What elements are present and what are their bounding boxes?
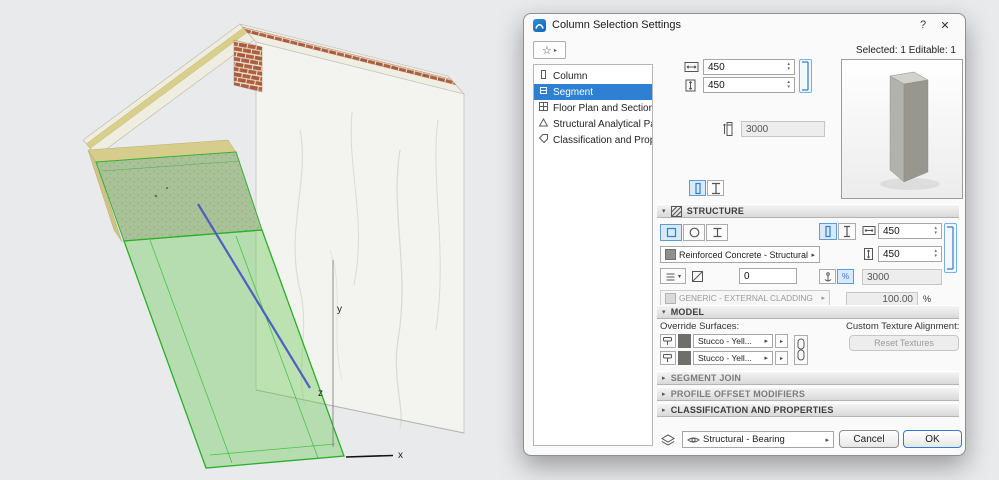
cancel-button[interactable]: Cancel	[839, 430, 899, 448]
link-core-dimensions-button[interactable]	[944, 223, 957, 273]
eye-icon	[687, 435, 700, 445]
floorplan-tree-icon	[538, 101, 549, 115]
full-column-toggle[interactable]	[838, 223, 856, 240]
app-canvas: y z x Column Selection Settings ? ✕ ☆ ▸ …	[0, 0, 999, 480]
classification-properties-section-header[interactable]: ▸ CLASSIFICATION AND PROPERTIES	[657, 403, 959, 417]
core-height-icon	[861, 247, 877, 261]
dropdown-arrow-icon: ▸	[764, 338, 768, 345]
collapse-triangle-icon: ▾	[662, 309, 666, 316]
veneer-thickness-field[interactable]: 0	[739, 268, 797, 284]
column-selection-settings-dialog: Column Selection Settings ? ✕ ☆ ▸ Select…	[523, 13, 966, 456]
dropdown-arrow-icon: ▸	[764, 355, 768, 362]
3d-viewport[interactable]: y z x	[0, 0, 523, 480]
expand-triangle-icon: ▸	[662, 391, 666, 398]
tree-item-floor-plan[interactable]: Floor Plan and Section	[534, 100, 652, 116]
favorites-button[interactable]: ☆ ▸	[533, 41, 566, 59]
column-height-field[interactable]: 450 ▴ ▾	[703, 77, 795, 93]
shape-circle-button[interactable]	[683, 224, 705, 241]
cladding-swatch	[665, 292, 676, 304]
core-width-stepper[interactable]: ▴ ▾	[934, 226, 937, 236]
height-icon	[683, 78, 700, 93]
width-stepper[interactable]: ▴ ▾	[787, 62, 790, 72]
collapse-triangle-icon: ▾	[662, 208, 666, 215]
core-height-stepper[interactable]: ▴ ▾	[934, 249, 937, 259]
tree-item-segment[interactable]: Segment	[534, 84, 652, 100]
surface-top-menu-button[interactable]: ▸	[775, 334, 788, 348]
column-width-field[interactable]: 450 ▴ ▾	[703, 59, 795, 75]
segment-length-field[interactable]: 3000	[862, 269, 942, 285]
ok-button[interactable]: OK	[903, 430, 962, 448]
anchor-point-button[interactable]	[819, 269, 836, 284]
chevron-right-icon: ▸	[553, 47, 557, 54]
percent-mode-button[interactable]: %	[837, 269, 854, 284]
structural-tree-icon	[538, 117, 549, 131]
axis-z-label: z	[318, 388, 323, 399]
core-height-field[interactable]: 450 ▴ ▾	[878, 246, 942, 262]
profile-offset-modifiers-section-header[interactable]: ▸ PROFILE OFFSET MODIFIERS	[657, 387, 959, 401]
axis-x-label: x	[398, 450, 403, 461]
surface-top-dropdown[interactable]: Stucco - Yell... ▸	[693, 334, 773, 348]
reset-textures-button[interactable]: Reset Textures	[849, 335, 959, 351]
dropdown-arrow-icon: ▸	[825, 436, 829, 444]
corner-brick-face	[233, 39, 263, 93]
display-mode-simple-toggle[interactable]	[689, 180, 706, 196]
segment-join-section-header[interactable]: ▸ SEGMENT JOIN	[657, 371, 959, 385]
shape-rectangle-button[interactable]	[660, 224, 682, 241]
veneer-hatch-icon	[691, 270, 704, 283]
model-section-header[interactable]: ▾ MODEL	[657, 305, 959, 319]
segment-tree-icon	[538, 85, 549, 99]
tree-item-classification[interactable]: Classification and Properties	[534, 132, 652, 148]
favorites-row: ☆ ▸ Selected: 1 Editable: 1	[533, 40, 956, 60]
custom-texture-label: Custom Texture Alignment:	[846, 321, 960, 332]
column-length-field[interactable]: 3000	[741, 121, 825, 137]
layers-icon	[658, 432, 678, 448]
link-width-height-button[interactable]	[799, 59, 812, 93]
app-icon	[533, 18, 546, 32]
tree-item-structural-analytical[interactable]: Structural Analytical Paramet...	[534, 116, 652, 132]
surface-swatch-top	[678, 334, 691, 348]
paint-icon-side[interactable]	[660, 351, 676, 365]
core-only-toggle[interactable]	[819, 223, 837, 240]
close-icon[interactable]: ✕	[934, 16, 956, 34]
column-preview[interactable]	[841, 59, 963, 199]
column-length-icon	[721, 120, 739, 138]
star-icon: ☆	[542, 44, 552, 57]
selection-status: Selected: 1 Editable: 1	[855, 44, 956, 56]
column-tree-icon	[538, 69, 549, 83]
link-surfaces-button[interactable]	[794, 335, 808, 365]
veneer-type-button[interactable]: ▾	[660, 268, 686, 284]
dialog-title: Column Selection Settings	[552, 19, 682, 31]
classification-tree-icon	[538, 133, 549, 147]
core-width-field[interactable]: 450 ▴ ▾	[878, 223, 942, 239]
override-surfaces-label: Override Surfaces:	[660, 321, 740, 332]
tree-item-column[interactable]: Column	[534, 68, 652, 84]
dialog-titlebar[interactable]: Column Selection Settings ? ✕	[524, 14, 965, 36]
shape-profile-button[interactable]	[706, 224, 728, 241]
width-icon	[683, 60, 700, 75]
dropdown-arrow-icon: ▸	[811, 251, 815, 259]
percent-label: %	[923, 294, 932, 304]
hatch-icon	[670, 205, 682, 217]
cladding-dropdown[interactable]: GENERIC - EXTERNAL CLADDING ▸	[660, 290, 830, 306]
expand-triangle-icon: ▸	[662, 375, 666, 382]
paint-icon-top[interactable]	[660, 334, 676, 348]
core-width-icon	[861, 224, 877, 238]
layer-dropdown[interactable]: Structural - Bearing ▸	[682, 431, 834, 448]
height-stepper[interactable]: ▴ ▾	[787, 80, 790, 90]
help-icon[interactable]: ?	[912, 16, 934, 34]
expand-triangle-icon: ▸	[662, 407, 666, 414]
structure-section-header[interactable]: ▾ STRUCTURE	[657, 204, 959, 218]
surface-side-dropdown[interactable]: Stucco - Yell... ▸	[693, 351, 773, 365]
settings-tree: Column Segment Floor Plan and Section St…	[533, 64, 653, 446]
dropdown-arrow-icon: ▸	[821, 295, 825, 302]
building-material-dropdown[interactable]: Reinforced Concrete - Structural ▸	[660, 246, 820, 263]
material-swatch	[665, 249, 676, 260]
surface-swatch-side	[678, 351, 691, 365]
axis-y-label: y	[337, 304, 342, 315]
surface-side-menu-button[interactable]: ▸	[775, 351, 788, 365]
display-mode-profile-toggle[interactable]	[707, 180, 724, 196]
